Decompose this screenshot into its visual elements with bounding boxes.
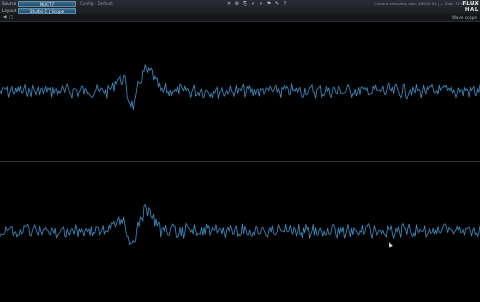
channel-2-waveform	[0, 203, 480, 246]
channel-1-waveform	[0, 64, 480, 110]
scope-display[interactable]	[0, 0, 480, 302]
channel-divider	[0, 161, 480, 162]
